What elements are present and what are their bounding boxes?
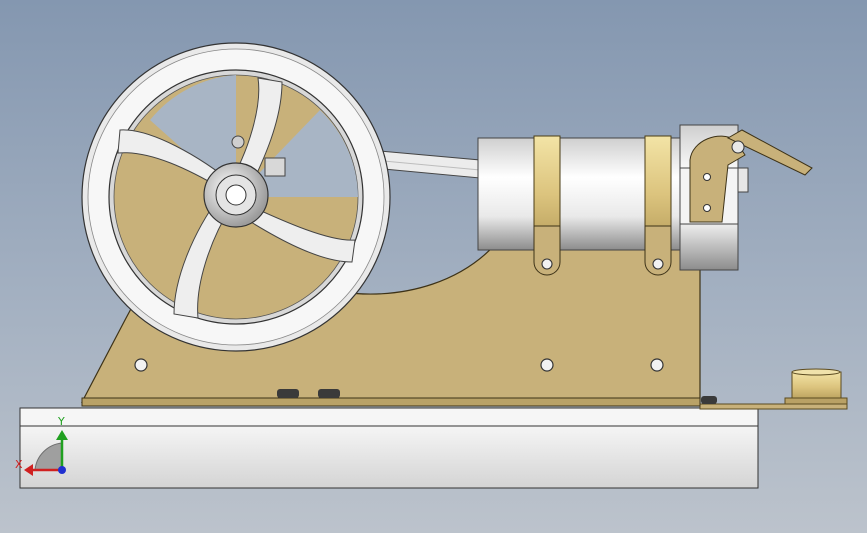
model-scene[interactable]: Y X	[0, 0, 867, 533]
z-axis-dot-icon	[58, 466, 66, 474]
y-axis-label: Y	[57, 415, 65, 428]
x-axis-label: X	[15, 458, 23, 471]
burner-tray[interactable]	[699, 368, 848, 410]
base-block[interactable]	[19, 407, 759, 489]
cad-viewport[interactable]: Y X	[0, 0, 867, 533]
flywheel[interactable]	[81, 42, 391, 352]
